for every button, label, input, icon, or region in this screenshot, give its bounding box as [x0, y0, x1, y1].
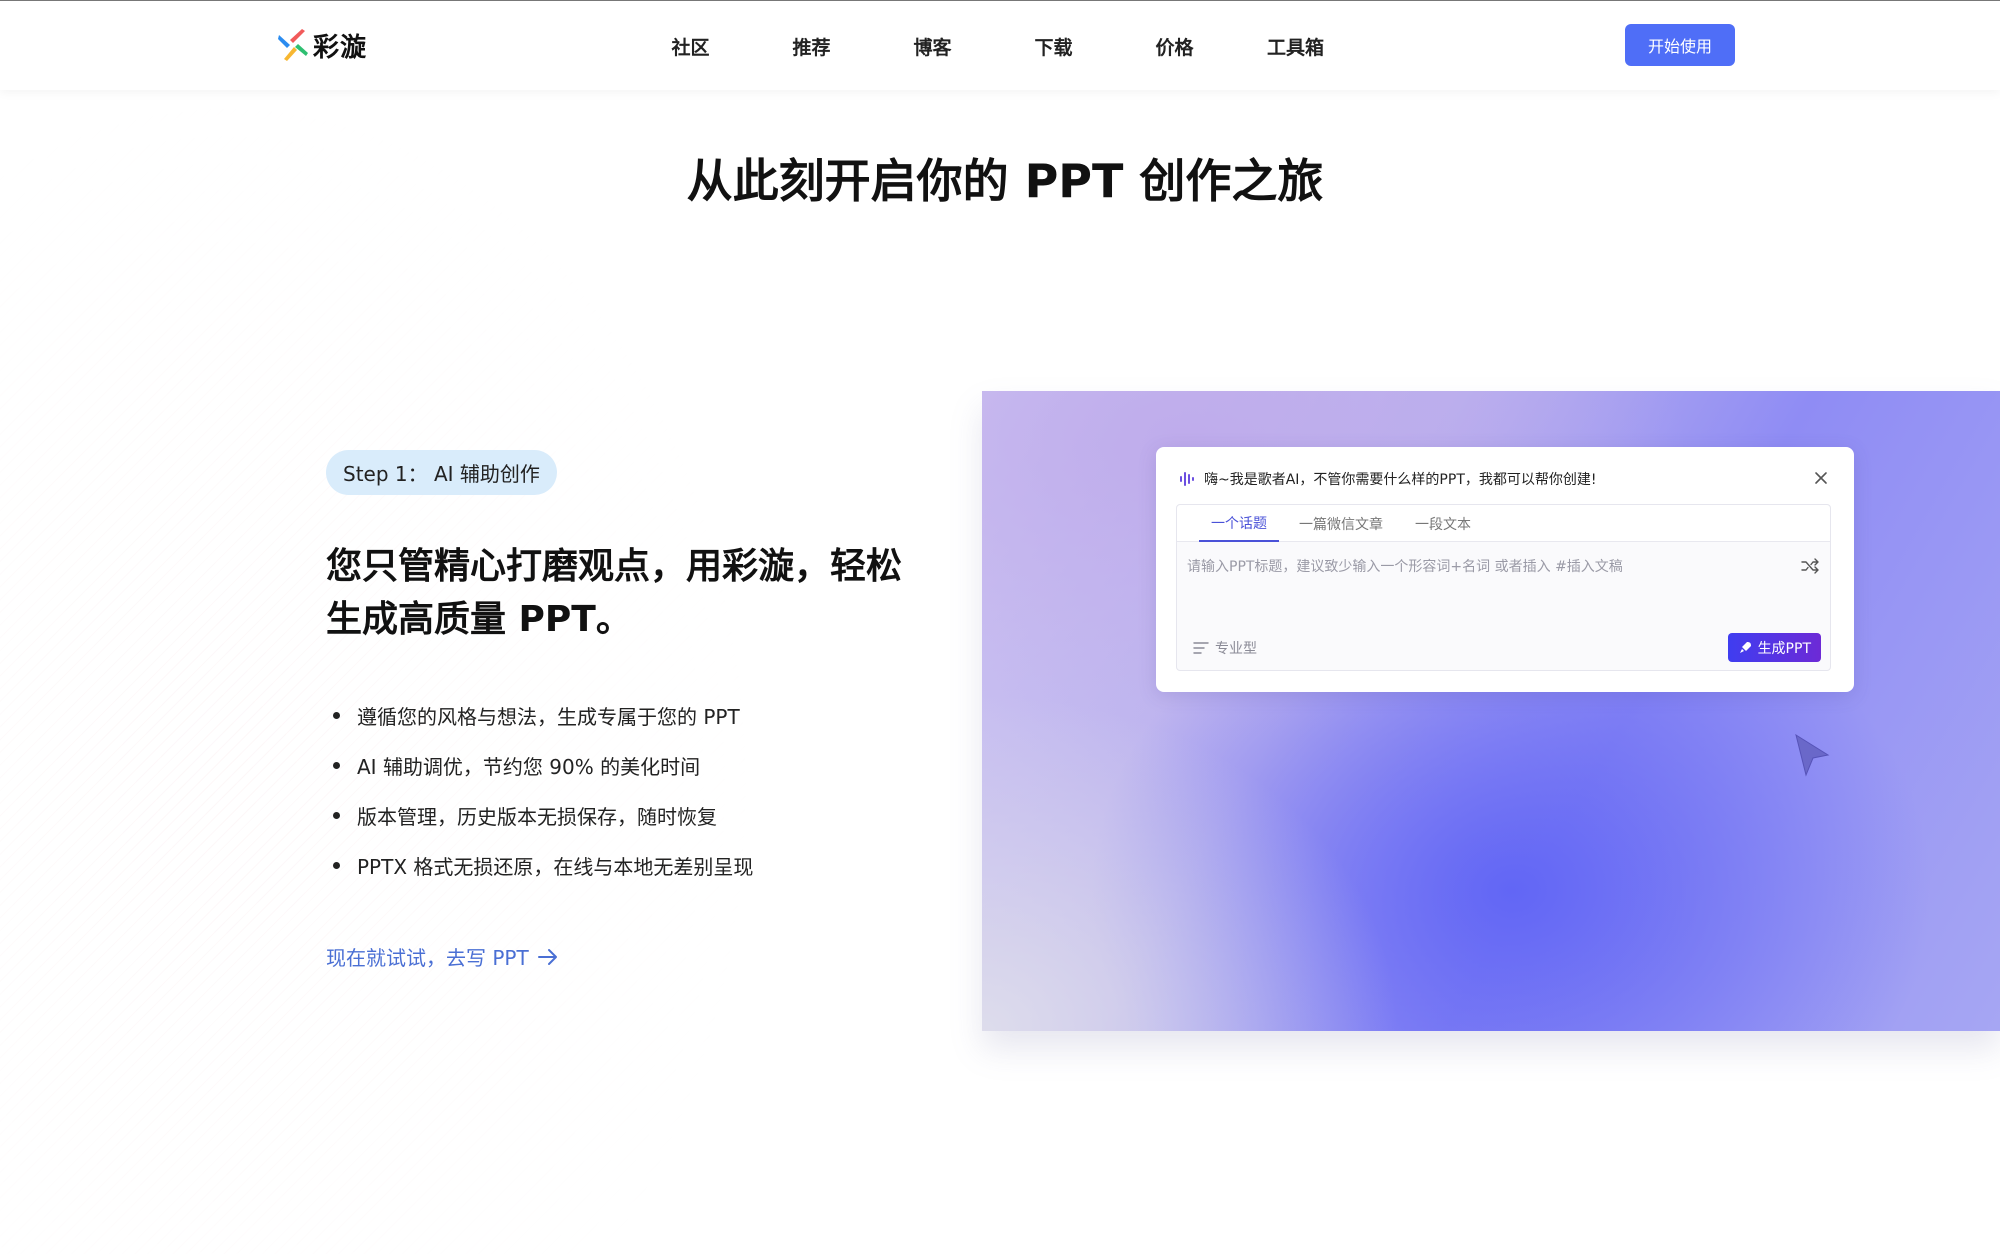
- feature-item: 遵循您的风格与想法，生成专属于您的 PPT: [333, 690, 753, 740]
- headline-line-1: 您只管精心打磨观点，用彩漩，轻松: [326, 546, 903, 587]
- rocket-icon: [1739, 641, 1751, 653]
- feature-item: 版本管理，历史版本无损保存，随时恢复: [333, 790, 753, 840]
- feature-list: 遵循您的风格与想法，生成专属于您的 PPT AI 辅助调优，节约您 90% 的美…: [333, 690, 753, 890]
- mode-selector[interactable]: 专业型: [1193, 638, 1257, 658]
- bullet-icon: [333, 811, 340, 819]
- try-now-link-text: 现在就试试，去写 PPT: [326, 946, 529, 970]
- nav-item-recommend[interactable]: 推荐: [751, 33, 872, 60]
- brand-logo[interactable]: 彩漩: [275, 25, 367, 65]
- list-icon: [1193, 642, 1209, 654]
- section-headline: 您只管精心打磨观点，用彩漩，轻松 生成高质量 PPT。: [326, 540, 946, 646]
- hero-illustration: 嗨~我是歌者AI，不管你需要什么样的PPT，我都可以帮你创建! 一个话题 一篇微…: [982, 391, 2000, 1031]
- main-nav: 社区 推荐 博客 下载 价格 工具箱: [630, 1, 1356, 91]
- nav-item-download[interactable]: 下载: [993, 33, 1114, 60]
- dialog-input-area: 一个话题 一篇微信文章 一段文本 专业型 生成PPT: [1176, 504, 1831, 671]
- feature-text: 版本管理，历史版本无损保存，随时恢复: [357, 804, 717, 829]
- shuffle-icon[interactable]: [1800, 557, 1820, 575]
- nav-item-community[interactable]: 社区: [630, 33, 751, 60]
- nav-item-pricing[interactable]: 价格: [1114, 33, 1235, 60]
- arrow-right-icon: [537, 948, 557, 965]
- sound-wave-icon: [1180, 472, 1194, 486]
- source-tabs: 一个话题 一篇微信文章 一段文本: [1177, 505, 1830, 542]
- bullet-icon: [333, 761, 340, 769]
- tab-text-passage[interactable]: 一段文本: [1403, 505, 1483, 542]
- bullet-icon: [333, 711, 340, 719]
- dialog-greeting: 嗨~我是歌者AI，不管你需要什么样的PPT，我都可以帮你创建!: [1204, 472, 1597, 488]
- page-title: 从此刻开启你的 PPT 创作之旅: [686, 154, 1324, 208]
- feature-text: PPTX 格式无损还原，在线与本地无差别呈现: [357, 854, 754, 879]
- dialog-header: 嗨~我是歌者AI，不管你需要什么样的PPT，我都可以帮你创建!: [1178, 467, 1596, 491]
- close-icon[interactable]: [1810, 467, 1832, 489]
- feature-text: AI 辅助调优，节约您 90% 的美化时间: [357, 754, 701, 779]
- start-button[interactable]: 开始使用: [1625, 24, 1735, 66]
- ai-create-dialog: 嗨~我是歌者AI，不管你需要什么样的PPT，我都可以帮你创建! 一个话题 一篇微…: [1156, 447, 1854, 692]
- headline-line-2: 生成高质量 PPT。: [326, 599, 632, 640]
- feature-text: 遵循您的风格与想法，生成专属于您的 PPT: [357, 704, 740, 729]
- mode-label: 专业型: [1215, 641, 1257, 657]
- generate-ppt-label: 生成PPT: [1757, 640, 1811, 657]
- bullet-icon: [333, 861, 340, 869]
- step-badge: Step 1： AI 辅助创作: [326, 450, 557, 495]
- ppt-title-input[interactable]: [1187, 555, 1777, 579]
- try-now-link[interactable]: 现在就试试，去写 PPT: [326, 942, 559, 971]
- nav-item-toolbox[interactable]: 工具箱: [1235, 33, 1356, 60]
- logo-text: 彩漩: [313, 32, 368, 63]
- feature-item: AI 辅助调优，节约您 90% 的美化时间: [333, 740, 753, 790]
- cursor-pointer-icon: [1795, 733, 1830, 777]
- top-navbar: 彩漩 社区 推荐 博客 下载 价格 工具箱 开始使用: [0, 0, 2000, 90]
- tab-wechat-article[interactable]: 一篇微信文章: [1287, 505, 1395, 542]
- feature-item: PPTX 格式无损还原，在线与本地无差别呈现: [333, 840, 753, 890]
- generate-ppt-button[interactable]: 生成PPT: [1727, 633, 1821, 662]
- background-pattern: [0, 90, 760, 1254]
- logo-icon: [278, 29, 308, 61]
- nav-item-blog[interactable]: 博客: [872, 33, 993, 60]
- tab-topic[interactable]: 一个话题: [1199, 505, 1279, 542]
